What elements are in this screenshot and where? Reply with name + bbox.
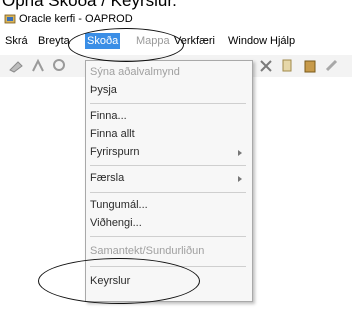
menu-help[interactable]: Hjálp [268,33,297,49]
window-title: Oracle kerfi - OAPROD [19,13,133,25]
menu-window[interactable]: Window [226,33,269,49]
menu-separator [90,165,246,166]
navigate-icon[interactable] [30,58,46,74]
menu-separator [90,103,246,104]
cut-icon[interactable] [258,58,274,74]
oracle-app-icon [4,14,16,24]
menu-edit[interactable]: Breyta [36,33,72,49]
highlight-ellipse-view-menu [68,28,184,62]
save-icon[interactable] [8,58,24,74]
submenu-arrow-icon [238,150,242,156]
menu-separator [90,236,246,237]
menu-item-record[interactable]: Færsla [90,171,124,186]
menu-item-zoom[interactable]: Þysja [90,83,117,98]
instruction-caption: Opna Skoða / Keyrslur. [2,0,177,10]
window-titlebar: Oracle kerfi - OAPROD [0,11,352,27]
zoom-icon[interactable] [52,58,68,74]
menu-item-show-main-menu: Sýna aðalvalmynd [90,66,180,78]
clear-icon[interactable] [324,58,340,74]
menu-item-find[interactable]: Finna... [90,109,127,124]
submenu-arrow-icon [238,176,242,182]
highlight-ellipse-requests [38,258,200,304]
copy-icon[interactable] [280,58,296,74]
menu-item-find-all[interactable]: Finna allt [90,127,135,142]
paste-icon[interactable] [302,58,318,74]
menu-separator [90,192,246,193]
menu-file[interactable]: Skrá [3,33,30,49]
menu-item-query[interactable]: Fyrirspurn [90,145,140,160]
menu-item-attachments[interactable]: Viðhengi... [90,216,142,231]
menu-item-language[interactable]: Tungumál... [90,198,148,213]
menu-item-summary-detail: Samantekt/Sundurliðun [90,245,205,257]
